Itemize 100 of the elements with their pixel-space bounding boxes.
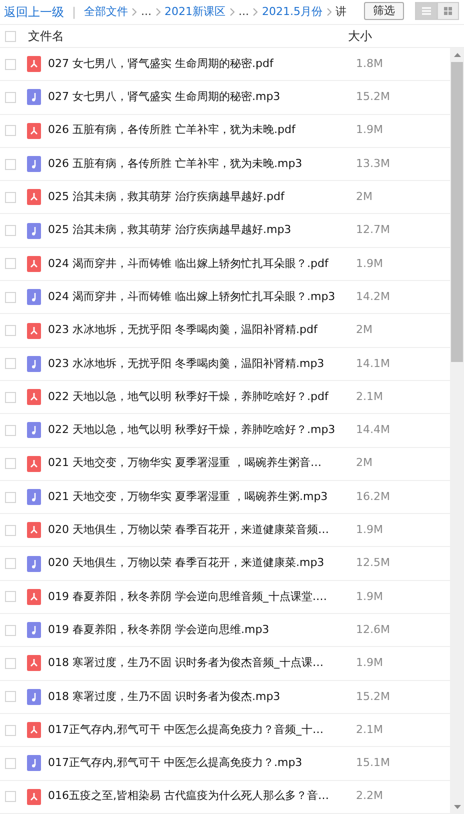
pdf-file-icon (27, 722, 41, 738)
scrollbar[interactable] (450, 48, 464, 814)
file-name: 019 春夏养阳，秋冬养阴 学会逆向思维音频_十点课堂.… (48, 588, 328, 605)
file-size: 1.9M (356, 588, 383, 605)
file-row[interactable]: 022 天地以急，地气以明 秋季好干燥，养肺吃啥好？.mp3 14.4M (0, 414, 450, 448)
file-row[interactable]: 019 春夏养阳，秋冬养阴 学会逆向思维.mp3 12.6M (0, 614, 450, 648)
breadcrumb-text: ... (238, 4, 250, 20)
checkbox[interactable] (5, 30, 16, 42)
checkbox[interactable] (5, 492, 16, 502)
checkbox[interactable] (5, 58, 16, 70)
file-row[interactable]: 026 五脏有病，各传所胜 亡羊补牢，犹为未晚.pdf 1.9M (0, 114, 450, 148)
list-view-button[interactable] (415, 2, 437, 20)
file-row[interactable]: 017正气存内,邪气可干 中医怎么提高免疫力？.mp3 15.1M (0, 747, 450, 781)
file-name: 026 五脏有病，各传所胜 亡羊补牢，犹为未晚.pdf (48, 122, 297, 138)
file-row[interactable]: 027 女七男八，肾气盛实 生命周期的秘密.mp3 15.2M (0, 81, 450, 115)
checkbox[interactable] (5, 691, 16, 702)
file-name: 019 春夏养阳，秋冬养阴 学会逆向思维.mp3 (48, 622, 270, 638)
file-name: 023 水冰地坼，无扰乎阳 冬季喝肉羹，温阳补肾精.mp3 (48, 356, 326, 372)
checkbox[interactable] (5, 125, 16, 136)
file-row[interactable]: 017正气存内,邪气可干 中医怎么提高免疫力？音频_十… 2.1M (0, 714, 450, 748)
checkbox[interactable] (5, 325, 16, 336)
chevron-icon (156, 8, 161, 16)
file-row[interactable]: 026 五脏有病，各传所胜 亡羊补牢，犹为未晚.mp3 13.3M (0, 148, 450, 182)
back-link[interactable]: 返回上一级 (4, 3, 64, 21)
scroll-down-icon[interactable] (454, 805, 460, 809)
checkbox[interactable] (5, 758, 16, 769)
checkbox[interactable] (5, 424, 16, 436)
scroll-thumb[interactable] (451, 62, 463, 362)
checkbox[interactable] (5, 392, 16, 403)
audio-file-icon (27, 156, 41, 172)
file-row[interactable]: 022 天地以急，地气以明 秋季好干燥，养肺吃啥好？.pdf 2.1M (0, 380, 450, 414)
checkbox[interactable] (5, 258, 16, 270)
file-name: 017正气存内,邪气可干 中医怎么提高免疫力？.mp3 (48, 755, 304, 772)
checkbox[interactable] (5, 624, 16, 636)
pdf-file-icon (27, 189, 41, 206)
pdf-file-icon (27, 655, 41, 672)
audio-file-icon (27, 289, 41, 306)
scroll-up-icon[interactable] (454, 53, 460, 57)
checkbox[interactable] (5, 192, 16, 203)
file-row[interactable]: 025 治其未病，救其萌芽 治疗疾病越早越好.pdf 2M (0, 181, 450, 214)
pdf-file-icon (27, 122, 41, 139)
file-size: 2M (356, 322, 372, 338)
checkbox[interactable] (5, 225, 16, 236)
file-size: 16.2M (356, 488, 390, 505)
chevron-icon (230, 8, 235, 16)
chevron-icon (253, 8, 258, 16)
checkbox[interactable] (5, 158, 16, 170)
file-row[interactable]: 027 女七男八，肾气盛实 生命周期的秘密.pdf 1.8M (0, 48, 450, 82)
file-size: 2.2M (356, 788, 383, 804)
file-row[interactable]: 024 渴而穿井，斗而铸锥 临出嫁上轿匆忙扎耳朵眼？.pdf 1.9M (0, 248, 450, 282)
pdf-file-icon (27, 522, 41, 538)
file-row[interactable]: 020 天地俱生，万物以荣 春季百花开，来道健康菜音频… 1.9M (0, 514, 450, 548)
file-size: 2.1M (356, 388, 383, 405)
checkbox[interactable] (5, 92, 16, 103)
file-name: 020 天地俱生，万物以荣 春季百花开，来道健康菜.mp3 (48, 555, 326, 572)
grid-view-button[interactable] (437, 2, 459, 20)
file-size: 12.7M (356, 222, 390, 238)
checkbox[interactable] (5, 558, 16, 570)
file-row[interactable]: 018 寒署过度，生乃不固 识时务者为俊杰音频_十点课… 1.9M (0, 647, 450, 681)
file-size: 1.9M (356, 122, 383, 138)
audio-file-icon (27, 489, 41, 505)
checkbox[interactable] (5, 458, 16, 470)
list-icon (422, 7, 430, 15)
file-size: 1.8M (356, 56, 383, 72)
pdf-file-icon (27, 256, 41, 272)
file-name: 018 寒署过度，生乃不固 识时务者为俊杰.mp3 (48, 688, 282, 705)
file-size: 2M (356, 455, 372, 472)
file-size: 1.9M (356, 522, 383, 538)
breadcrumb-link[interactable]: 2021新课区 (164, 4, 226, 20)
checkbox[interactable] (5, 358, 16, 370)
checkbox[interactable] (5, 524, 16, 536)
file-row[interactable]: 025 治其未病，救其萌芽 治疗疾病越早越好.mp3 12.7M (0, 214, 450, 248)
separator: | (72, 4, 76, 21)
file-row[interactable]: 019 春夏养阳，秋冬养阴 学会逆向思维音频_十点课堂.… 1.9M (0, 580, 450, 614)
file-row[interactable]: 024 渴而穿井，斗而铸锥 临出嫁上轿匆忙扎耳朵眼？.mp3 14.2M (0, 281, 450, 314)
file-name: 017正气存内,邪气可干 中医怎么提高免疫力？音频_十… (48, 722, 324, 738)
file-row[interactable]: 020 天地俱生，万物以荣 春季百花开，来道健康菜.mp3 12.5M (0, 547, 450, 581)
breadcrumb-link[interactable]: 2021.5月份 (262, 4, 323, 20)
file-name: 026 五脏有病，各传所胜 亡羊补牢，犹为未晚.mp3 (48, 156, 304, 172)
filter-button[interactable]: 筛选 (364, 2, 404, 20)
file-size: 2.1M (356, 722, 383, 738)
file-row[interactable]: 023 水冰地坼，无扰乎阳 冬季喝肉羹，温阳补肾精.pdf 2M (0, 314, 450, 348)
pdf-file-icon (27, 389, 41, 406)
checkbox[interactable] (5, 292, 16, 303)
breadcrumb-link[interactable]: 全部文件 (84, 4, 128, 20)
checkbox[interactable] (5, 591, 16, 602)
file-row[interactable]: 018 寒署过度，生乃不固 识时务者为俊杰.mp3 15.2M (0, 680, 450, 714)
file-size: 12.6M (356, 622, 390, 638)
audio-file-icon (27, 356, 41, 372)
file-row[interactable]: 023 水冰地坼，无扰乎阳 冬季喝肉羹，温阳补肾精.mp3 14.1M (0, 348, 450, 381)
file-row[interactable]: 016五疫之至,皆相染易 古代瘟疫为什么死人那么多？音… 2.2M (0, 780, 450, 814)
audio-file-icon (27, 556, 41, 572)
file-row[interactable]: 021 天地交变，万物华实 夏季署湿重 ，喝碗养生粥.mp3 16.2M (0, 480, 450, 514)
checkbox[interactable] (5, 791, 16, 802)
column-header: 文件名 (28, 28, 65, 45)
breadcrumb-text: 讲 (336, 4, 347, 20)
checkbox[interactable] (5, 724, 16, 736)
checkbox[interactable] (5, 658, 16, 669)
file-name: 027 女七男八，肾气盛实 生命周期的秘密.mp3 (48, 89, 282, 106)
file-row[interactable]: 021 天地交变，万物华实 夏季署湿重 ，喝碗养生粥音… 2M (0, 448, 450, 481)
